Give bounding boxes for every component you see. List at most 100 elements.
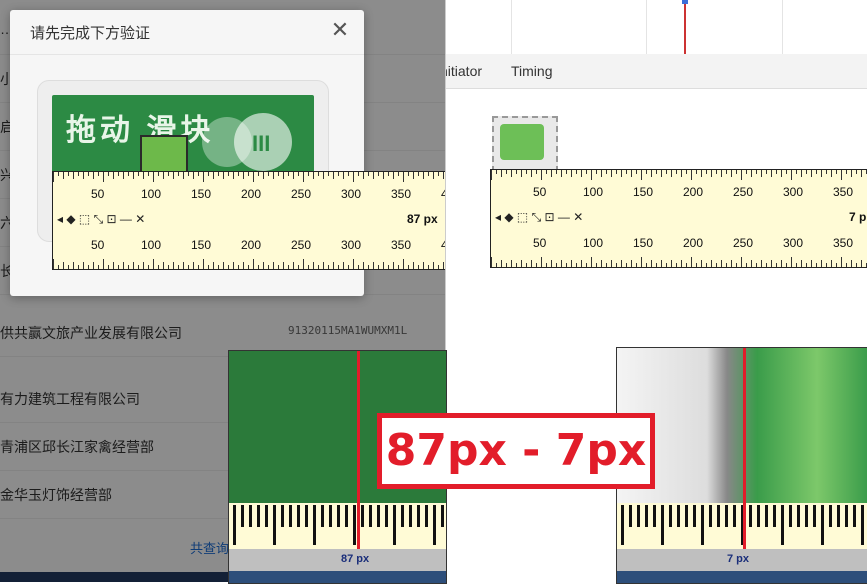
magnifier-tick xyxy=(393,505,396,545)
ruler-tick xyxy=(243,262,244,269)
magnifier-tick xyxy=(409,505,412,527)
ruler-label: 350 xyxy=(391,187,412,201)
screen-ruler-left[interactable]: 50 50 100 100 150 150 200 200 250 250 300 300 350 350… xyxy=(52,171,445,270)
ruler-tick xyxy=(243,172,244,179)
ruler-tick xyxy=(656,170,657,174)
ruler-tick xyxy=(53,172,54,182)
ruler-tick xyxy=(233,172,234,179)
ruler-tick xyxy=(273,262,274,269)
network-waterfall xyxy=(446,0,867,55)
ruler-tick xyxy=(93,262,94,269)
ruler-tick xyxy=(536,263,537,267)
ruler-tick xyxy=(223,262,224,269)
preview-puzzle-piece xyxy=(500,124,544,160)
ruler-tick xyxy=(526,170,527,174)
ruler-tick xyxy=(586,170,587,174)
ruler-tick xyxy=(836,263,837,267)
ruler-tick xyxy=(721,260,722,267)
ruler-tick xyxy=(388,172,389,176)
waterfall-marker-head xyxy=(682,0,688,4)
ruler-tick xyxy=(208,172,209,176)
ruler-label: 200 xyxy=(241,238,262,252)
ruler-tick xyxy=(801,170,802,177)
ruler-tools[interactable]: ◂ ◆ ⬚ ⤡ ⊡ — ✕ xyxy=(57,212,145,227)
ruler-tick xyxy=(856,263,857,267)
close-icon[interactable]: ✕ xyxy=(328,18,352,42)
modal-divider xyxy=(10,54,364,55)
ruler-tick xyxy=(103,172,104,182)
ruler-tick xyxy=(423,262,424,269)
ruler-tick xyxy=(68,172,69,176)
ruler-tick xyxy=(716,170,717,174)
ruler-tick xyxy=(148,265,149,269)
magnifier-tick xyxy=(813,505,816,527)
ruler-tick xyxy=(501,170,502,177)
ruler-tick xyxy=(766,170,767,174)
ruler-tick xyxy=(741,257,742,267)
ruler-tick xyxy=(198,172,199,176)
magnifier-tick xyxy=(789,505,792,527)
magnifier-tick xyxy=(773,505,776,527)
ruler-tick xyxy=(213,172,214,179)
ruler-tick xyxy=(308,265,309,269)
modal-title: 请先完成下方验证 xyxy=(30,25,151,42)
ruler-tick xyxy=(651,260,652,267)
ruler-tick xyxy=(596,263,597,267)
magnifier-bottom-bar xyxy=(229,571,446,583)
ruler-tick xyxy=(343,172,344,179)
ruler-label: 250 xyxy=(733,185,754,199)
ruler-tick xyxy=(248,172,249,176)
ruler-tick xyxy=(841,257,842,267)
magnifier-tick xyxy=(701,505,704,545)
ruler-tick xyxy=(576,263,577,267)
magnifier-tick xyxy=(821,505,824,545)
ruler-tick xyxy=(108,172,109,176)
ruler-tick xyxy=(203,172,204,182)
screen-ruler-right[interactable]: 50 50 100 100 150 150 200 200 250 250 300 300 350 350… xyxy=(490,169,867,268)
tab-timing[interactable]: Timing xyxy=(511,63,553,79)
ruler-tick xyxy=(323,262,324,269)
ruler-tick xyxy=(546,263,547,267)
ruler-tick xyxy=(776,170,777,174)
ruler-tick xyxy=(636,263,637,267)
ruler-tick xyxy=(318,265,319,269)
magnifier-tick xyxy=(321,505,324,527)
ruler-label: 50 xyxy=(533,185,547,199)
ruler-tick xyxy=(278,172,279,176)
ruler-tools[interactable]: ◂ ◆ ⬚ ⤡ ⊡ — ✕ xyxy=(495,210,583,225)
magnifier-tick xyxy=(305,505,308,527)
ruler-tick xyxy=(826,170,827,174)
ruler-tick xyxy=(268,265,269,269)
magnifier-tick xyxy=(249,505,252,527)
magnifier-tick xyxy=(757,505,760,527)
ruler-tick xyxy=(213,262,214,269)
tab-initiator[interactable]: nitiator xyxy=(446,63,482,79)
ruler-tick xyxy=(616,263,617,267)
ruler-tick xyxy=(238,172,239,176)
waterfall-gridline xyxy=(646,0,647,54)
ruler-tick xyxy=(621,170,622,177)
ruler-tick xyxy=(591,170,592,180)
ruler-label: 250 xyxy=(733,236,754,250)
ruler-tick xyxy=(711,170,712,177)
ruler-tick xyxy=(398,265,399,269)
ruler-tick xyxy=(83,172,84,179)
ruler-tick xyxy=(298,172,299,176)
ruler-tick xyxy=(536,170,537,174)
ruler-tick xyxy=(178,172,179,176)
ruler-tick xyxy=(641,257,642,267)
ruler-label: 350 xyxy=(833,185,854,199)
ruler-tick xyxy=(501,260,502,267)
ruler-tick xyxy=(611,170,612,177)
ruler-tick xyxy=(68,265,69,269)
magnifier-tick xyxy=(661,505,664,545)
ruler-tick xyxy=(113,262,114,269)
ruler-tick xyxy=(561,170,562,177)
magnifier-tick xyxy=(385,505,388,527)
magnifier-tick xyxy=(725,505,728,527)
ruler-label: 250 xyxy=(291,187,312,201)
ruler-tick xyxy=(158,265,159,269)
ruler-tick xyxy=(183,262,184,269)
ruler-tick xyxy=(98,172,99,176)
ruler-tick xyxy=(183,172,184,179)
